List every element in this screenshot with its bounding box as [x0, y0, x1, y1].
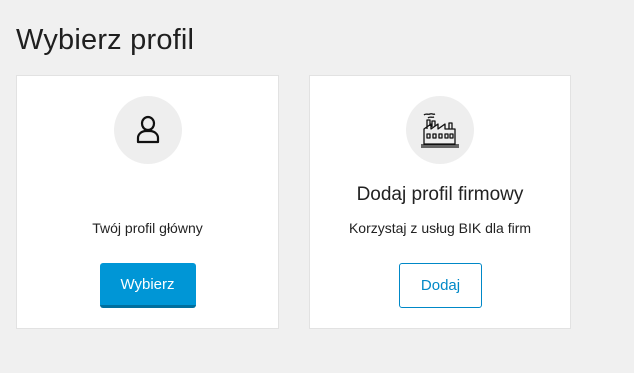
- page-title: Wybierz profil: [16, 24, 195, 56]
- company-profile-card: Dodaj profil firmowy Korzystaj z usług B…: [309, 75, 571, 329]
- factory-icon-circle: [406, 96, 474, 164]
- user-icon-circle: [113, 96, 182, 164]
- card-heading: Dodaj profil firmowy: [356, 184, 524, 205]
- card-description: Twój profil główny: [92, 220, 203, 236]
- factory-icon: [421, 113, 459, 148]
- user-icon: [136, 115, 159, 144]
- select-profile-button[interactable]: Wybierz: [99, 263, 196, 308]
- add-company-profile-button[interactable]: Dodaj: [399, 263, 482, 308]
- personal-profile-card: Twój profil główny Wybierz: [16, 75, 279, 329]
- card-description: Korzystaj z usług BIK dla firm: [348, 220, 532, 236]
